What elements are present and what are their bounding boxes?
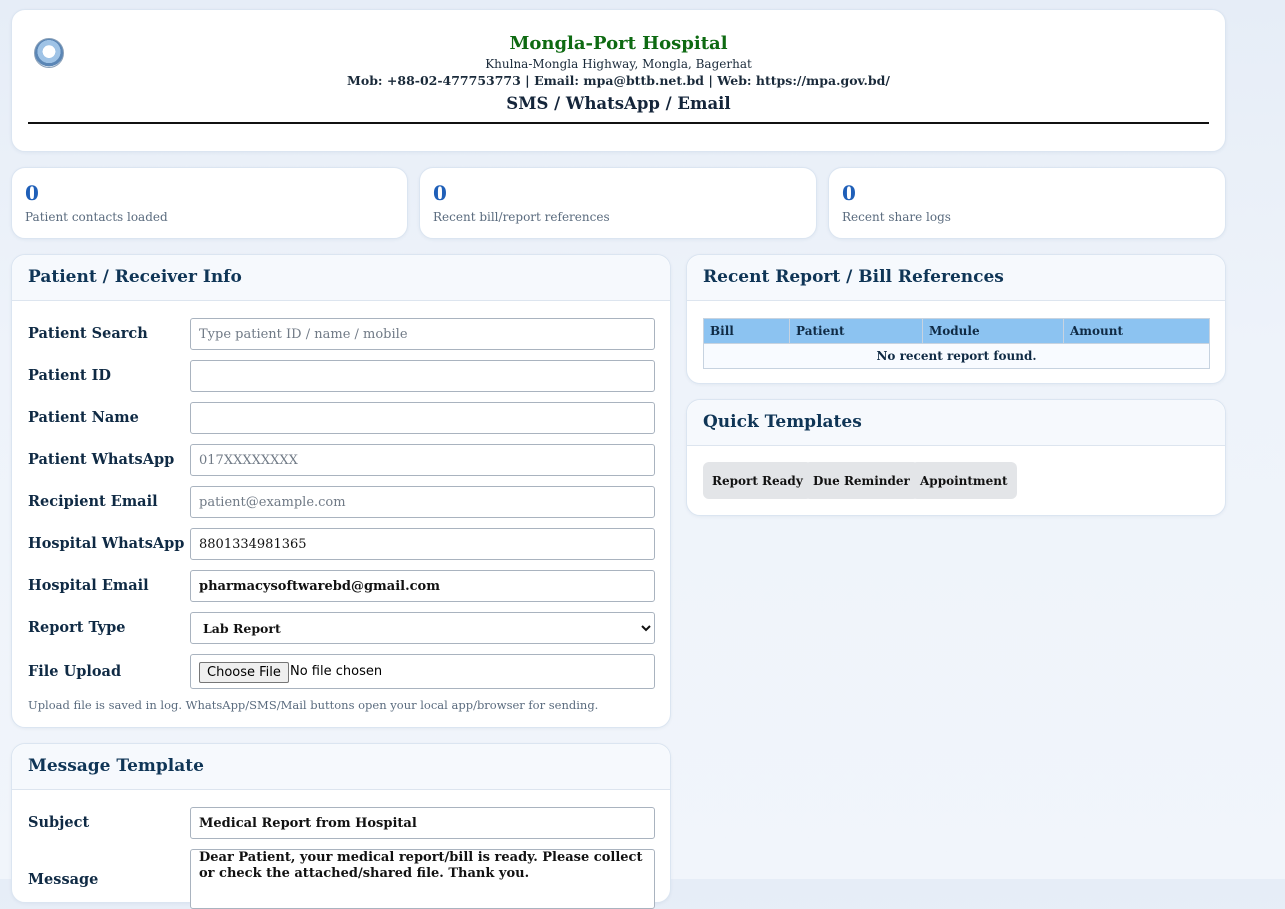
hospital-email-row: Hospital Email [28,570,655,602]
column-header-module: Module [922,318,1064,344]
stat-value: 0 [433,181,447,205]
hospital-whatsapp-input[interactable] [190,528,655,560]
header-divider [28,122,1209,124]
patient-whatsapp-row: Patient WhatsApp [28,444,655,476]
message-row: Message Dear Patient, your medical repor… [28,849,655,909]
panel-title: Recent Report / Bill References [703,267,1004,287]
template-due-reminder-button[interactable]: Due Reminder [804,462,919,499]
patient-whatsapp-label: Patient WhatsApp [28,451,175,468]
patient-panel: Patient / Receiver Info Patient Search P… [11,254,671,728]
report-type-label: Report Type [28,619,126,636]
stat-card-references: 0 Recent bill/report references [419,167,817,239]
table-row: No recent report found. [703,343,1210,369]
page-title: SMS / WhatsApp / Email [506,94,731,113]
stat-card-share-logs: 0 Recent share logs [828,167,1226,239]
header-card: Mongla-Port Hospital Khulna-Mongla Highw… [11,9,1226,152]
patient-name-input[interactable] [190,402,655,434]
panel-title: Message Template [28,756,204,776]
hospital-contact: Mob: +88-02-477753773 | Email: mpa@bttb.… [347,73,890,88]
patient-search-input[interactable] [190,318,655,350]
stat-value: 0 [842,181,856,205]
refs-panel: Recent Report / Bill References Bill Pat… [686,254,1226,384]
column-header-amount: Amount [1063,318,1210,344]
message-panel: Message Template Subject Message Dear Pa… [11,743,671,909]
file-upload-label: File Upload [28,663,122,680]
file-upload-field[interactable]: Choose File No file chosen [190,654,655,689]
table-header-row: Bill Patient Module Amount [703,318,1210,344]
report-type-select[interactable]: Lab Report [190,612,655,644]
panel-title: Quick Templates [703,412,862,432]
hospital-name: Mongla-Port Hospital [509,33,728,54]
patient-name-label: Patient Name [28,409,139,426]
recipient-email-row: Recipient Email [28,486,655,518]
file-upload-row: File Upload Choose File No file chosen [28,654,655,689]
hospital-address: Khulna-Mongla Highway, Mongla, Bagerhat [485,57,752,71]
stat-label: Recent share logs [842,210,951,224]
stat-label: Recent bill/report references [433,210,610,224]
recipient-email-label: Recipient Email [28,493,158,510]
template-report-ready-button[interactable]: Report Ready [703,462,812,499]
patient-search-row: Patient Search [28,318,655,350]
patient-id-input[interactable] [190,360,655,392]
patient-id-label: Patient ID [28,367,111,384]
subject-label: Subject [28,814,90,831]
column-header-bill: Bill [703,318,790,344]
subject-input[interactable] [190,807,655,839]
patient-name-row: Patient Name [28,402,655,434]
message-textarea[interactable]: Dear Patient, your medical report/bill i… [190,849,655,909]
stat-card-contacts: 0 Patient contacts loaded [11,167,408,239]
hospital-email-label: Hospital Email [28,577,149,594]
hospital-whatsapp-label: Hospital WhatsApp [28,535,185,552]
template-appointment-button[interactable]: Appointment [911,462,1017,499]
choose-file-button[interactable]: Choose File [199,662,289,683]
column-header-patient: Patient [789,318,923,344]
recipient-email-input[interactable] [190,486,655,518]
templates-panel: Quick Templates Report Ready Due Reminde… [686,399,1226,516]
stat-value: 0 [25,181,39,205]
report-type-row: Report Type Lab Report [28,612,655,644]
patient-whatsapp-input[interactable] [190,444,655,476]
hospital-whatsapp-row: Hospital WhatsApp [28,528,655,560]
message-label: Message [28,871,99,888]
file-status-text: No file chosen [290,664,383,679]
subject-row: Subject [28,807,655,839]
patient-search-label: Patient Search [28,325,148,342]
empty-table-message: No recent report found. [703,343,1210,369]
refs-table: Bill Patient Module Amount No recent rep… [703,318,1210,369]
stat-label: Patient contacts loaded [25,210,168,224]
patient-id-row: Patient ID [28,360,655,392]
hospital-email-input[interactable] [190,570,655,602]
panel-title: Patient / Receiver Info [28,267,242,287]
upload-note: Upload file is saved in log. WhatsApp/SM… [28,698,599,712]
